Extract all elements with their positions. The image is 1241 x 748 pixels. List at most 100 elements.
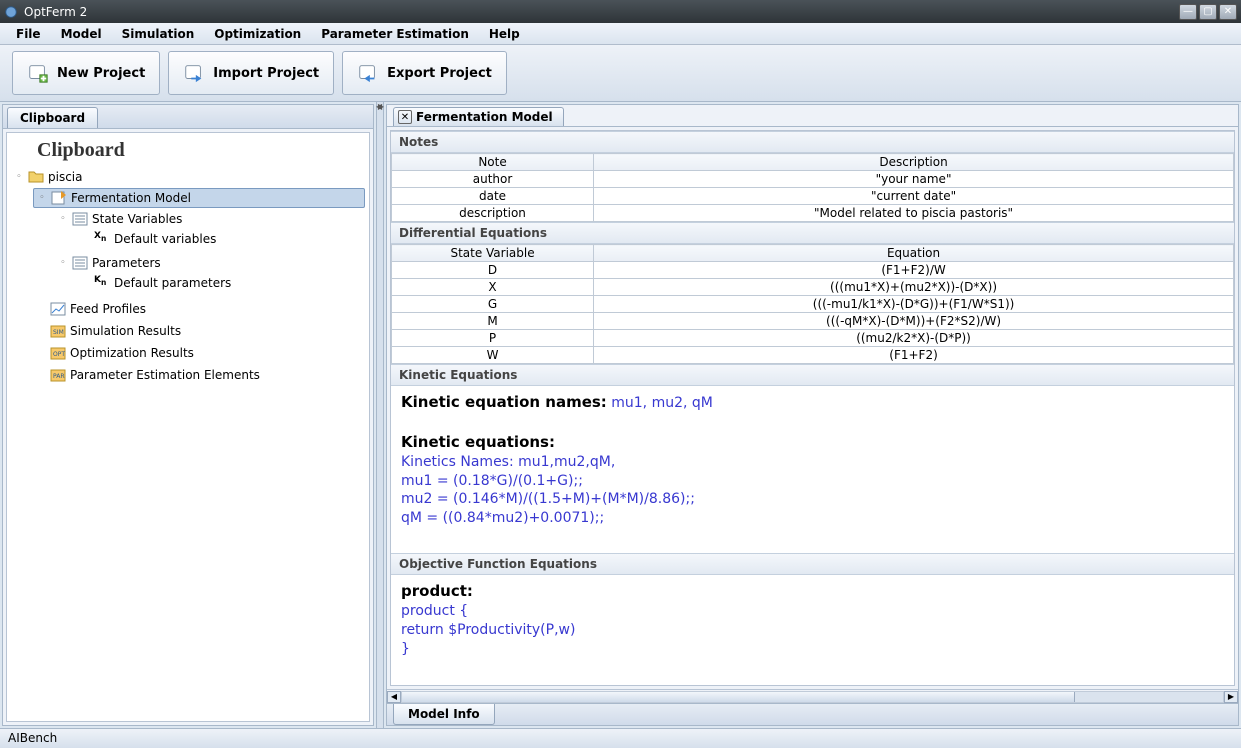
xn-icon: Xn bbox=[94, 231, 110, 247]
scroll-track[interactable] bbox=[401, 691, 1224, 703]
tree-label: Optimization Results bbox=[70, 346, 194, 360]
kinetic-names: mu1, mu2, qM bbox=[611, 395, 713, 411]
close-button[interactable]: ✕ bbox=[1219, 4, 1237, 20]
table-row[interactable]: W(F1+F2) bbox=[392, 347, 1234, 364]
feed-profiles-icon bbox=[50, 301, 66, 317]
clipboard-tab[interactable]: Clipboard bbox=[7, 107, 98, 128]
tree-node-param-est-elements[interactable]: PAR Parameter Estimation Elements bbox=[33, 366, 365, 384]
section-notes-header: Notes bbox=[391, 131, 1234, 153]
import-project-button[interactable]: Import Project bbox=[168, 51, 334, 95]
menu-optimization[interactable]: Optimization bbox=[204, 25, 311, 43]
table-row[interactable]: description"Model related to piscia past… bbox=[392, 205, 1234, 222]
objective-line: } bbox=[401, 641, 410, 657]
svg-text:PAR: PAR bbox=[53, 373, 65, 380]
scroll-right-icon[interactable]: ▶ bbox=[1224, 691, 1238, 703]
objective-block: product: product { return $Productivity(… bbox=[391, 575, 1234, 686]
objective-line: return $Productivity(P,w) bbox=[401, 622, 575, 638]
tree-node-parameters[interactable]: ◦ Parameters bbox=[55, 254, 365, 272]
opt-icon: OPT bbox=[50, 345, 66, 361]
notes-col-desc: Description bbox=[594, 154, 1234, 171]
document-tab-label: Fermentation Model bbox=[416, 110, 553, 124]
import-project-label: Import Project bbox=[213, 66, 319, 81]
table-row[interactable]: D(F1+F2)/W bbox=[392, 262, 1234, 279]
kinetic-block: Kinetic equation names: mu1, mu2, qM Kin… bbox=[391, 386, 1234, 553]
new-project-label: New Project bbox=[57, 66, 145, 81]
expand-toggle-icon[interactable]: ◦ bbox=[37, 193, 47, 203]
parameters-icon bbox=[72, 255, 88, 271]
tree-node-piscia[interactable]: ◦ piscia bbox=[11, 168, 365, 186]
table-row[interactable]: date"current date" bbox=[392, 188, 1234, 205]
menu-model[interactable]: Model bbox=[51, 25, 112, 43]
status-bar: AIBench bbox=[0, 728, 1241, 748]
tree-label: Parameter Estimation Elements bbox=[70, 368, 260, 382]
tree-node-feed-profiles[interactable]: Feed Profiles bbox=[33, 300, 365, 318]
document-tab-fermentation-model[interactable]: ✕ Fermentation Model bbox=[393, 107, 564, 126]
expand-toggle-icon[interactable]: ◦ bbox=[58, 258, 68, 268]
editor-panel: ✕ Fermentation Model Notes Note Descript… bbox=[386, 104, 1239, 726]
table-row[interactable]: G(((-mu1/k1*X)-(D*G))+(F1/W*S1)) bbox=[392, 296, 1234, 313]
menu-help[interactable]: Help bbox=[479, 25, 530, 43]
bottom-tab-row: Model Info bbox=[387, 703, 1238, 725]
main-split: Clipboard Clipboard ◦ piscia ◦ bbox=[0, 102, 1241, 728]
import-project-icon bbox=[183, 62, 205, 84]
notes-table: Note Description author"your name" date"… bbox=[391, 153, 1234, 222]
title-bar: OptFerm 2 — ▢ ✕ bbox=[0, 0, 1241, 23]
table-row[interactable]: M(((-qM*X)-(D*M))+(F2*S2)/W) bbox=[392, 313, 1234, 330]
menu-parameter-estimation[interactable]: Parameter Estimation bbox=[311, 25, 479, 43]
tab-model-info[interactable]: Model Info bbox=[393, 704, 495, 725]
folder-icon bbox=[28, 169, 44, 185]
new-project-button[interactable]: New Project bbox=[12, 51, 160, 95]
diffeq-table: State Variable Equation D(F1+F2)/W X(((m… bbox=[391, 244, 1234, 364]
objective-line: product { bbox=[401, 603, 468, 619]
tree-node-optimization-results[interactable]: OPT Optimization Results bbox=[33, 344, 365, 362]
export-project-icon bbox=[357, 62, 379, 84]
toolbar: New Project Import Project Export Projec… bbox=[0, 45, 1241, 102]
clipboard-tab-row: Clipboard bbox=[3, 105, 373, 129]
project-tree: ◦ piscia ◦ Fermentation Model bbox=[11, 166, 365, 388]
tree-label: Feed Profiles bbox=[70, 302, 146, 316]
svg-text:OPT: OPT bbox=[53, 351, 65, 358]
tree-label: Fermentation Model bbox=[71, 191, 191, 205]
export-project-label: Export Project bbox=[387, 66, 492, 81]
status-text: AIBench bbox=[8, 731, 57, 745]
tree-node-state-variables[interactable]: ◦ State Variables bbox=[55, 210, 365, 228]
content-area: Notes Note Description author"your name"… bbox=[390, 130, 1235, 686]
close-tab-icon[interactable]: ✕ bbox=[398, 110, 412, 124]
kn-icon: Kn bbox=[94, 275, 110, 291]
app-icon bbox=[4, 5, 18, 19]
horizontal-scrollbar[interactable]: ◀ ▶ bbox=[387, 689, 1238, 703]
tree-label: piscia bbox=[48, 170, 83, 184]
kinetic-line: mu1 = (0.18*G)/(0.1+G);; bbox=[401, 473, 583, 489]
tree-node-fermentation-model[interactable]: ◦ Fermentation Model bbox=[33, 188, 365, 208]
scroll-left-icon[interactable]: ◀ bbox=[387, 691, 401, 703]
table-row[interactable]: P((mu2/k2*X)-(D*P)) bbox=[392, 330, 1234, 347]
maximize-button[interactable]: ▢ bbox=[1199, 4, 1217, 20]
expand-toggle-icon[interactable]: ◦ bbox=[58, 214, 68, 224]
tree-label: Parameters bbox=[92, 256, 161, 270]
clipboard-body: Clipboard ◦ piscia ◦ Fermentation Mod bbox=[6, 132, 370, 722]
scroll-thumb[interactable] bbox=[402, 692, 1075, 702]
export-project-button[interactable]: Export Project bbox=[342, 51, 507, 95]
section-kinetic-header: Kinetic Equations bbox=[391, 364, 1234, 386]
menu-file[interactable]: File bbox=[6, 25, 51, 43]
tree-node-default-parameters[interactable]: Kn Default parameters bbox=[77, 274, 365, 292]
menu-simulation[interactable]: Simulation bbox=[112, 25, 205, 43]
tree-node-simulation-results[interactable]: SIM Simulation Results bbox=[33, 322, 365, 340]
expand-toggle-icon[interactable]: ◦ bbox=[14, 172, 24, 182]
split-handle[interactable] bbox=[376, 102, 384, 728]
tree-label: State Variables bbox=[92, 212, 182, 226]
section-objective-header: Objective Function Equations bbox=[391, 553, 1234, 575]
minimize-button[interactable]: — bbox=[1179, 4, 1197, 20]
clipboard-heading: Clipboard bbox=[11, 139, 365, 166]
objective-label: product: bbox=[401, 582, 473, 600]
tree-node-default-variables[interactable]: Xn Default variables bbox=[77, 230, 365, 248]
new-project-icon bbox=[27, 62, 49, 84]
model-icon bbox=[51, 190, 67, 206]
table-row[interactable]: author"your name" bbox=[392, 171, 1234, 188]
diffeq-col-eq: Equation bbox=[594, 245, 1234, 262]
par-icon: PAR bbox=[50, 367, 66, 383]
tree-label: Default parameters bbox=[114, 276, 231, 290]
notes-col-note: Note bbox=[392, 154, 594, 171]
table-row[interactable]: X(((mu1*X)+(mu2*X))-(D*X)) bbox=[392, 279, 1234, 296]
kinetic-names-label: Kinetic equation names: bbox=[401, 393, 607, 411]
